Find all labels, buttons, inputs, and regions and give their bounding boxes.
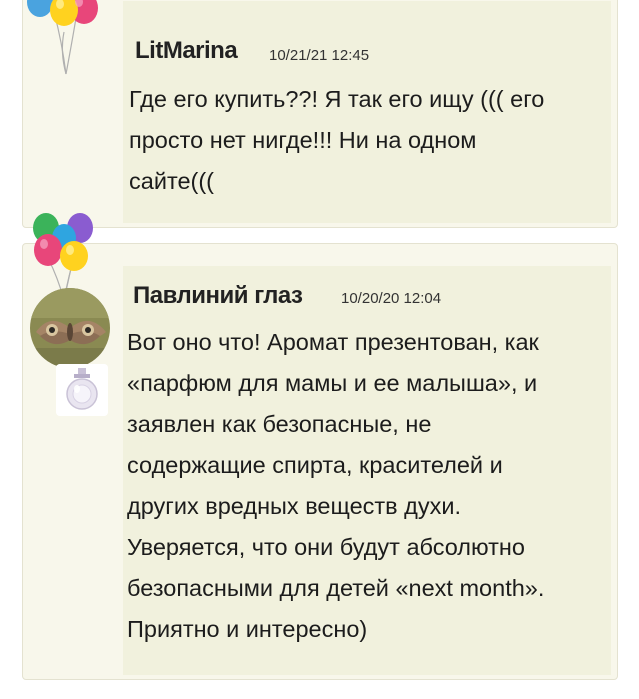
perfume-bottle-icon: [56, 364, 108, 416]
balloons-icon: [27, 0, 98, 75]
comment-timestamp: 10/21/21 12:45: [269, 47, 370, 64]
comment-card: Павлиний глаз 10/20/20 12:04 Вот оно что…: [22, 243, 618, 680]
comment-author[interactable]: Павлиний глаз: [133, 282, 303, 310]
comment-author[interactable]: LitMarina: [135, 37, 238, 65]
comment-text: Вот оно что! Аромат презентован, как «па…: [127, 329, 545, 642]
comment-card: LitMarina 10/21/21 12:45 Где его купить?…: [22, 0, 618, 228]
moth-avatar[interactable]: [30, 288, 110, 368]
comment-text: Где его купить??! Я так его ищу ((( его …: [129, 86, 545, 194]
comments-page: LitMarina 10/21/21 12:45 Где его купить?…: [0, 0, 639, 699]
comment-timestamp: 10/20/20 12:04: [341, 290, 442, 307]
